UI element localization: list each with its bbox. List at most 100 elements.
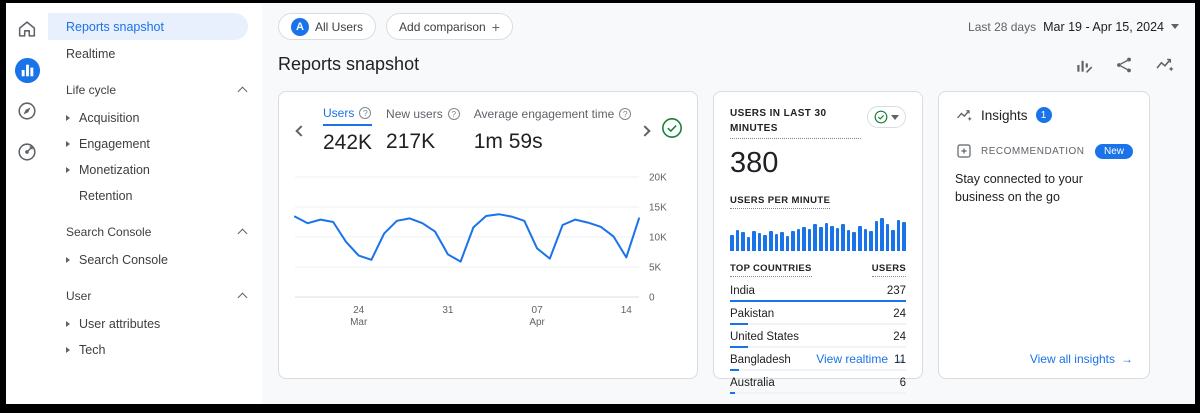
svg-text:5K: 5K [649,263,662,274]
minute-bar [897,220,901,251]
chevron-up-icon [238,87,248,97]
minute-bar [758,233,762,251]
share-icon[interactable] [1114,55,1134,75]
arrow-right-icon: → [894,352,906,366]
svg-text:Mar: Mar [350,317,368,328]
expand-arrow-icon [66,115,70,121]
sidebar-item-reports-snapshot[interactable]: Reports snapshot [48,13,248,40]
reports-icon[interactable] [13,56,41,84]
minute-bar [797,229,801,251]
country-users: 237 [887,285,906,297]
main-content: A All Users Add comparison + Last 28 day… [262,3,1195,404]
metric-avg-engagement-time[interactable]: Average engagement time? 1m 59s [474,107,632,154]
countries-table-header: TOP COUNTRIES USERS [730,263,906,277]
svg-text:0: 0 [649,293,655,304]
add-comparison-chip[interactable]: Add comparison + [386,13,513,40]
header-actions [1074,54,1175,75]
country-row: Australia6 [730,377,906,394]
sidebar-section-user[interactable]: User [48,273,262,311]
carousel-prev-button[interactable] [293,119,309,143]
minute-bar [841,224,845,251]
check-circle-icon [874,110,888,124]
top-countries-label: TOP COUNTRIES [730,263,812,277]
metric-value: 217K [386,130,460,154]
minute-bar [780,232,784,251]
users-per-minute-chart[interactable] [730,217,906,251]
date-range-picker[interactable]: Last 28 days Mar 19 - Apr 15, 2024 [968,20,1179,34]
all-users-chip[interactable]: A All Users [278,13,376,40]
sidebar-item-engagement[interactable]: Engagement [48,131,262,157]
help-icon[interactable]: ? [359,107,371,119]
svg-text:15K: 15K [649,203,667,214]
sidebar-item-monetization[interactable]: Monetization [48,157,262,183]
sidebar-item-label: Search Console [79,253,168,267]
minute-bar [869,231,873,251]
view-all-insights-link[interactable]: View all insights → [1030,352,1133,366]
recommendation-icon [955,142,973,160]
country-bar [730,323,906,325]
help-icon[interactable]: ? [619,108,631,120]
sidebar-item-retention[interactable]: Retention [48,183,262,209]
date-range-value: Mar 19 - Apr 15, 2024 [1043,20,1164,34]
help-icon[interactable]: ? [448,108,460,120]
minute-bar [880,218,884,251]
sidebar-item-label: Engagement [79,137,150,151]
svg-text:14: 14 [621,305,633,316]
metric-value: 242K [323,131,372,155]
users-trend-chart[interactable]: 05K10K15K20K24Mar3107Apr14 [293,167,683,336]
country-row: India237 [730,285,906,302]
app-window: Reports snapshot Realtime Life cycle Acq… [0,0,1200,413]
explore-icon[interactable] [13,97,41,125]
country-row: United States24 [730,331,906,348]
sidebar-item-tech[interactable]: Tech [48,337,262,363]
country-bar [730,392,906,394]
country-bar [730,346,906,348]
sidebar-item-user-attributes[interactable]: User attributes [48,311,262,337]
data-quality-icon[interactable] [661,117,683,144]
insights-icon[interactable] [1154,54,1175,75]
realtime-title: USERS IN LAST 30 MINUTES [730,106,861,139]
metric-new-users[interactable]: New users? 217K [386,107,460,154]
advertising-icon[interactable] [13,138,41,166]
sidebar-item-realtime[interactable]: Realtime [48,40,262,67]
chevron-up-icon [238,229,248,239]
new-badge: New [1095,144,1133,159]
cards-row: Users? 242K New users? 217K Average enga… [262,91,1195,379]
sidebar-item-label: Monetization [79,163,150,177]
insight-message[interactable]: Stay connected to your business on the g… [955,170,1133,206]
minute-bar [886,224,890,251]
sidebar-section-life-cycle[interactable]: Life cycle [48,67,262,105]
expand-arrow-icon [66,321,70,327]
overview-card: Users? 242K New users? 217K Average enga… [278,91,698,379]
sidebar-item-acquisition[interactable]: Acquisition [48,105,262,131]
insights-count-badge: 1 [1036,107,1052,123]
country-bar-fill [730,392,735,394]
sidebar-item-search-console[interactable]: Search Console [48,247,262,273]
link-label: View realtime [816,352,888,366]
sidebar-item-label: User attributes [79,317,160,331]
minute-bar [819,227,823,251]
metric-users[interactable]: Users? 242K [323,106,372,155]
sidebar-section-search-console[interactable]: Search Console [48,209,262,247]
arrow-right-icon: → [1121,352,1133,366]
minute-bar [747,237,751,251]
link-label: View all insights [1030,352,1115,366]
customize-report-icon[interactable] [1074,55,1094,75]
minute-bar [791,231,795,251]
view-realtime-link[interactable]: View realtime → [816,352,906,366]
realtime-status-dropdown[interactable] [867,106,906,128]
nav-rail [6,3,48,404]
page-title: Reports snapshot [278,54,419,75]
sidebar-item-label: Acquisition [79,111,139,125]
minute-bar [730,235,734,251]
country-name: United States [730,331,799,343]
minute-bar [775,234,779,251]
country-users: 6 [900,377,906,389]
home-icon[interactable] [13,15,41,43]
recommendation-label: RECOMMENDATION [981,146,1087,157]
metric-label: Average engagement time [474,107,615,121]
minute-bar [902,222,906,251]
country-bar-fill [730,323,748,325]
minute-bar [847,230,851,251]
carousel-next-button[interactable] [637,119,653,143]
